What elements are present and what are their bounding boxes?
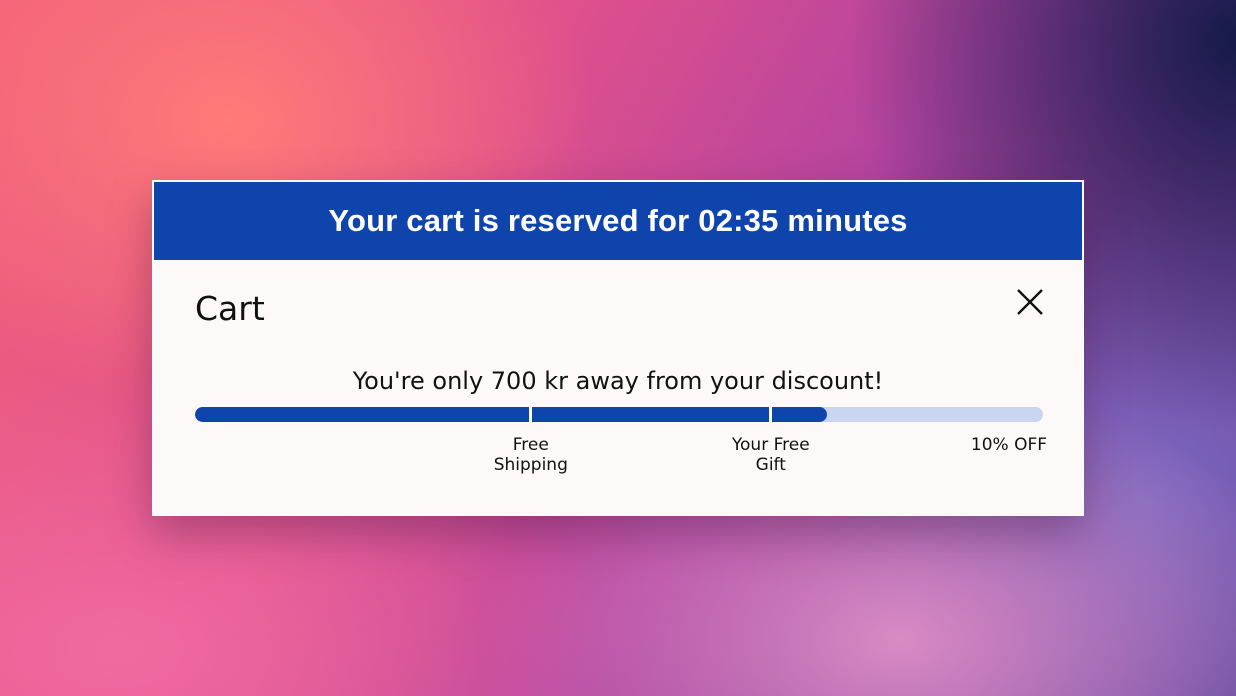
- reservation-timer-text: Your cart is reserved for 02:35 minutes: [328, 203, 908, 238]
- milestone-label: Free Shipping: [461, 435, 601, 475]
- cart-modal: Your cart is reserved for 02:35 minutes …: [152, 180, 1084, 516]
- milestone-divider: [529, 407, 533, 422]
- milestone-label: Your Free Gift: [701, 435, 841, 475]
- milestone-divider: [769, 407, 773, 422]
- discount-progress-fill: [195, 407, 827, 422]
- milestone-label-line1: Free: [512, 435, 549, 455]
- discount-progress-message: You're only 700 kr away from your discou…: [352, 367, 884, 395]
- close-icon[interactable]: [1015, 287, 1045, 317]
- milestone-label-line2: Shipping: [493, 455, 568, 475]
- discount-progress-bar: [195, 407, 1043, 422]
- milestone-label-line1: Your Free: [731, 435, 810, 455]
- close-button[interactable]: [1015, 287, 1045, 317]
- milestone-label: 10% OFF: [939, 435, 1079, 455]
- reservation-banner: Your cart is reserved for 02:35 minutes: [154, 182, 1082, 260]
- milestone-label-line1: 10% OFF: [970, 435, 1048, 455]
- milestone-label-line2: Gift: [755, 455, 786, 475]
- cart-title: Cart: [195, 289, 265, 328]
